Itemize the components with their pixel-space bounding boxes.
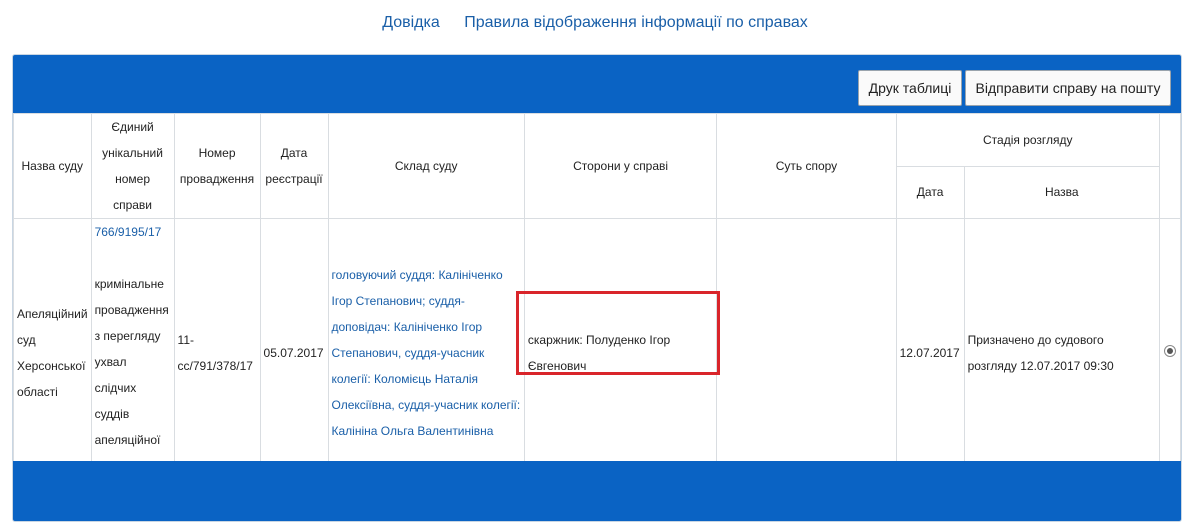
header-court-composition: Склад суду [327, 113, 525, 219]
panel-header-bar: Друк таблиці Відправити справу на пошту [13, 55, 1181, 113]
header-select [1158, 113, 1181, 219]
cell-registration-date: 05.07.2017 [259, 218, 329, 487]
case-number-link[interactable]: 766/9195/17 [95, 225, 162, 239]
header-case-number: Єдиний унікальний номер справи [90, 113, 175, 219]
header-registration-date: Дата реєстрації [259, 113, 329, 219]
header-proceeding-number: Номер провадження [173, 113, 261, 219]
cell-proceeding-number: 11-cc/791/378/17 [173, 218, 261, 487]
cell-case-number: 766/9195/17 кримінальне провадження з пе… [90, 218, 175, 487]
header-parties: Сторони у справі [523, 113, 718, 219]
header-dispute-essence: Суть спору [716, 113, 897, 219]
header-stage: Стадія розгляду [895, 113, 1160, 167]
header-stage-name: Назва [963, 165, 1160, 219]
cases-table: Назва суду Єдиний унікальний номер справ… [13, 113, 1181, 487]
print-table-button[interactable]: Друк таблиці [858, 70, 962, 106]
table-row: Апеляційний суд Херсонської області 766/… [13, 218, 1181, 487]
top-links: Довідка Правила відображення інформації … [0, 14, 1190, 32]
header-stage-date: Дата [895, 165, 965, 219]
cell-stage-name: Призначено до судового розгляду 12.07.20… [963, 218, 1160, 487]
case-description: кримінальне провадження з перегляду ухва… [94, 277, 169, 473]
cell-dispute-essence [716, 218, 897, 487]
panel-footer-bar [13, 461, 1181, 521]
display-rules-link[interactable]: Правила відображення інформації по справ… [464, 14, 808, 31]
cell-parties: скаржник: Полуденко Ігор Євгенович [523, 218, 718, 487]
help-link[interactable]: Довідка [382, 14, 440, 31]
cell-court-composition: головуючий суддя: Калініченко Ігор Степа… [327, 218, 525, 487]
send-case-email-button[interactable]: Відправити справу на пошту [965, 70, 1171, 106]
cell-stage-date: 12.07.2017 [895, 218, 965, 487]
case-panel: Друк таблиці Відправити справу на пошту … [12, 54, 1182, 522]
header-court: Назва суду [13, 113, 92, 219]
cell-select [1158, 218, 1181, 487]
row-select-radio[interactable] [1163, 344, 1176, 357]
cell-court: Апеляційний суд Херсонської області [13, 218, 92, 487]
